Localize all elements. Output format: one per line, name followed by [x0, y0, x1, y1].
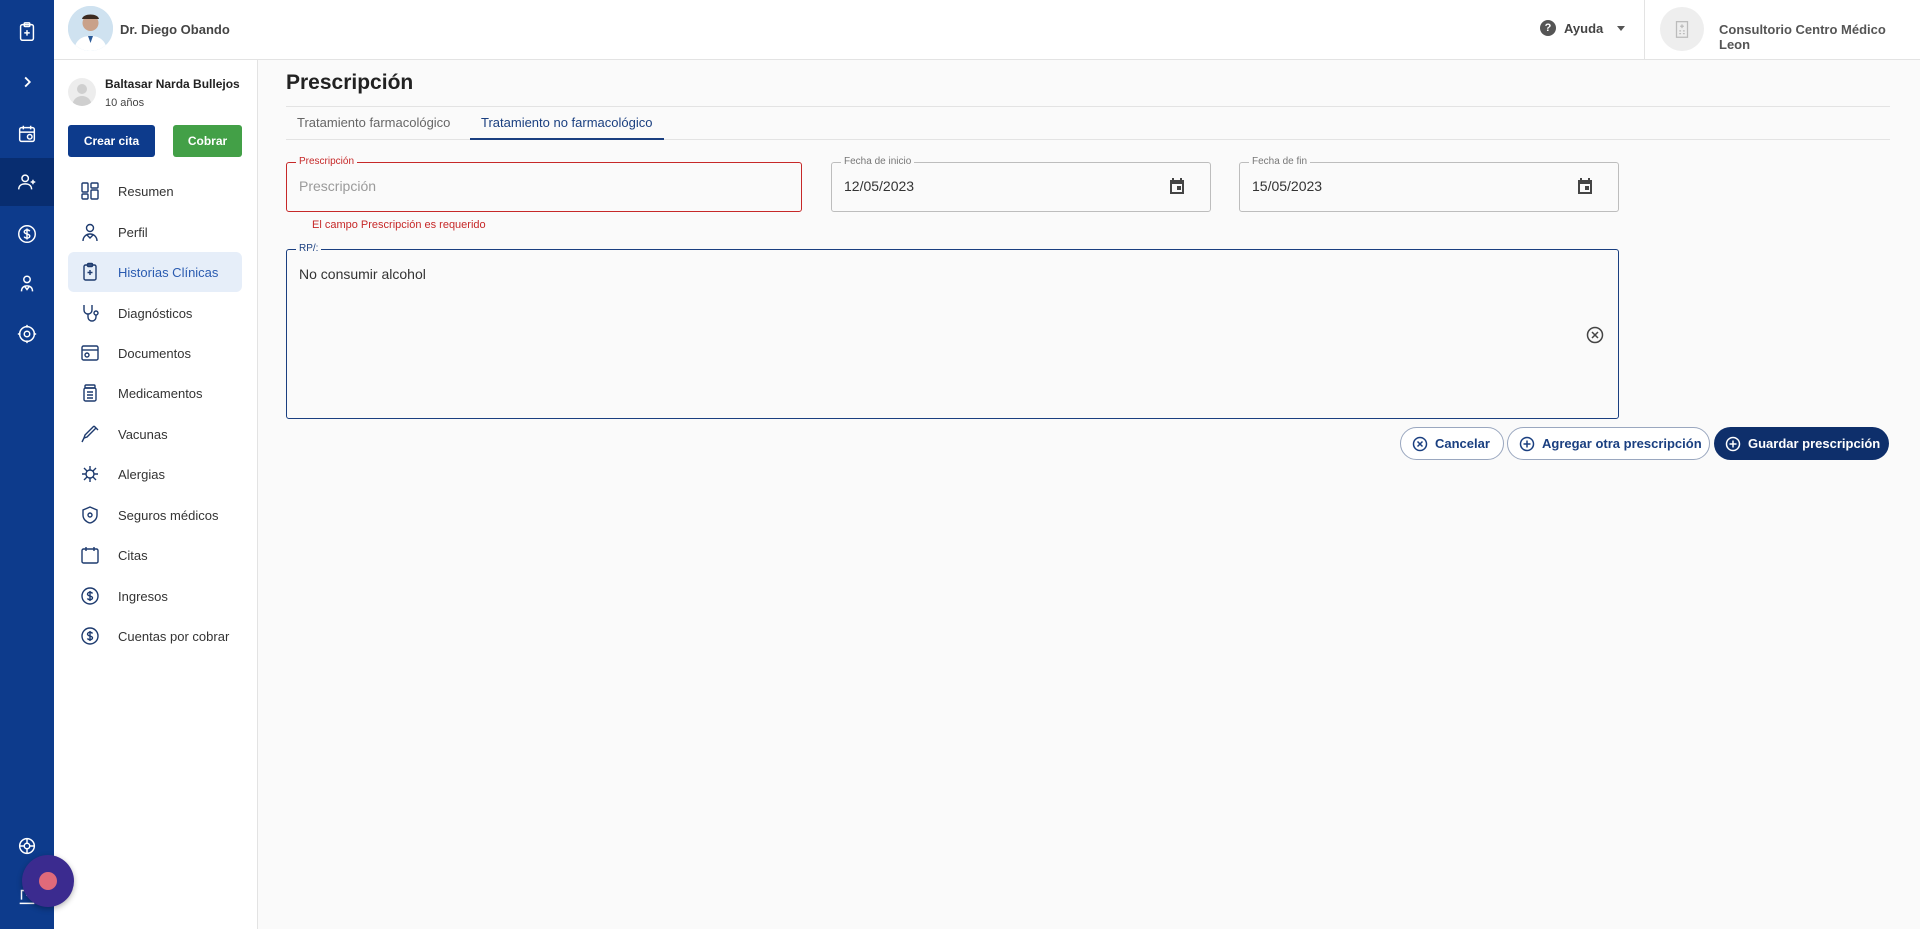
start-date-field[interactable]: Fecha de inicio 12/05/2023 — [831, 156, 1211, 212]
patient-sidebar: Baltasar Narda Bullejos 10 años Crear ci… — [54, 60, 258, 929]
prescription-placeholder: Prescripción — [299, 178, 377, 194]
settings-icon[interactable] — [0, 310, 54, 358]
tab-pharmacological[interactable]: Tratamiento farmacológico — [286, 107, 461, 140]
help-icon: ? — [1540, 20, 1556, 36]
start-date-label: Fecha de inicio — [841, 156, 915, 168]
rp-textarea[interactable]: RP/: No consumir alcohol — [286, 243, 1619, 419]
sidebar-item-label: Resumen — [118, 183, 174, 199]
profile-icon — [80, 222, 100, 242]
sidebar-item-perfil[interactable]: Perfil — [68, 212, 242, 252]
calendar-icon[interactable] — [1168, 177, 1186, 195]
patient-age: 10 años — [105, 97, 145, 109]
page-title: Prescripción — [286, 71, 414, 94]
prescription-error: El campo Prescripción es requerido — [312, 219, 486, 231]
calendar-icon[interactable] — [0, 110, 54, 158]
allergy-icon — [80, 464, 100, 484]
add-another-prescription-button[interactable]: Agregar otra prescripción — [1507, 427, 1710, 460]
doctor-name[interactable]: Dr. Diego Obando — [120, 22, 230, 37]
billing-icon[interactable] — [0, 210, 54, 258]
sidebar-item-historias-clinicas[interactable]: Historias Clínicas — [68, 252, 242, 292]
chevron-right-icon[interactable] — [0, 58, 54, 106]
documents-icon — [80, 343, 100, 363]
sidebar-item-citas[interactable]: Citas — [68, 535, 242, 575]
top-header: Dr. Diego Obando ? Ayuda Consultorio Cen… — [54, 0, 1920, 60]
patient-avatar — [68, 78, 96, 106]
sidebar-item-label: Documentos — [118, 345, 191, 361]
sidebar-item-label: Cuentas por cobrar — [118, 628, 230, 644]
help-label: Ayuda — [1564, 20, 1604, 36]
sidebar-item-label: Citas — [118, 547, 148, 563]
clinic-name[interactable]: Consultorio Centro Médico Leon — [1719, 22, 1920, 52]
app-rail — [0, 0, 54, 929]
sidebar-item-cuentas-por-cobrar[interactable]: Cuentas por cobrar — [68, 616, 242, 656]
clear-icon[interactable] — [1586, 326, 1604, 344]
insurance-icon — [80, 505, 100, 525]
record-dot-icon — [39, 872, 57, 890]
header-divider — [1644, 0, 1645, 59]
clipboard-logo-icon[interactable] — [0, 8, 54, 56]
sidebar-item-alergias[interactable]: Alergias — [68, 454, 242, 494]
dollar-icon — [80, 626, 100, 646]
cancel-circle-icon — [1412, 436, 1428, 451]
doctor-icon[interactable] — [0, 260, 54, 308]
sidebar-item-ingresos[interactable]: Ingresos — [68, 576, 242, 616]
floating-chat-button[interactable] — [22, 855, 74, 907]
save-prescription-button[interactable]: Guardar prescripción — [1714, 427, 1889, 460]
end-date-value: 15/05/2023 — [1252, 178, 1323, 194]
clinical-history-icon — [80, 262, 100, 282]
stethoscope-icon — [80, 303, 100, 323]
medicine-icon — [80, 383, 100, 403]
prescription-field-label: Prescripción — [296, 156, 358, 168]
sidebar-item-diagnosticos[interactable]: Diagnósticos — [68, 293, 242, 333]
sidebar-item-label: Perfil — [118, 224, 148, 240]
sidebar-item-label: Diagnósticos — [118, 305, 193, 321]
save-label: Guardar prescripción — [1748, 436, 1881, 451]
treatment-tabs: Tratamiento farmacológico Tratamiento no… — [286, 106, 1890, 140]
sidebar-item-label: Historias Clínicas — [118, 264, 219, 280]
charge-button[interactable]: Cobrar — [173, 125, 242, 157]
add-circle-icon — [1519, 436, 1535, 451]
dollar-icon — [80, 586, 100, 606]
start-date-value: 12/05/2023 — [844, 178, 915, 194]
help-menu[interactable]: ? Ayuda — [1540, 20, 1626, 36]
rp-label: RP/: — [296, 243, 322, 255]
patients-icon[interactable] — [0, 158, 54, 206]
doctor-avatar[interactable] — [68, 6, 113, 51]
calendar-icon — [80, 545, 100, 565]
sidebar-item-resumen[interactable]: Resumen — [68, 171, 242, 211]
sidebar-item-label: Alergias — [118, 466, 165, 482]
chevron-down-icon — [1617, 25, 1626, 31]
add-another-label: Agregar otra prescripción — [1542, 436, 1702, 451]
end-date-label: Fecha de fin — [1249, 156, 1311, 168]
rp-text: No consumir alcohol — [299, 266, 426, 282]
sidebar-item-label: Seguros médicos — [118, 507, 219, 523]
cancel-label: Cancelar — [1435, 436, 1490, 451]
calendar-icon[interactable] — [1576, 177, 1594, 195]
patient-name: Baltasar Narda Bullejos — [105, 77, 240, 91]
tab-non-pharmacological[interactable]: Tratamiento no farmacológico — [470, 107, 664, 140]
sidebar-item-label: Medicamentos — [118, 385, 203, 401]
add-circle-icon — [1725, 436, 1741, 451]
prescription-field[interactable]: Prescripción Prescripción — [286, 156, 802, 212]
clinic-building-icon[interactable] — [1660, 7, 1704, 51]
end-date-field[interactable]: Fecha de fin 15/05/2023 — [1239, 156, 1619, 212]
create-appointment-button[interactable]: Crear cita — [68, 125, 155, 157]
sidebar-item-documentos[interactable]: Documentos — [68, 333, 242, 373]
sidebar-item-vacunas[interactable]: Vacunas — [68, 414, 242, 454]
sidebar-item-medicamentos[interactable]: Medicamentos — [68, 373, 242, 413]
sidebar-item-label: Ingresos — [118, 588, 168, 604]
sidebar-item-label: Vacunas — [118, 426, 168, 442]
cancel-button[interactable]: Cancelar — [1400, 427, 1504, 460]
syringe-icon — [80, 424, 100, 444]
sidebar-item-seguros-medicos[interactable]: Seguros médicos — [68, 495, 242, 535]
dashboard-icon — [80, 181, 100, 201]
